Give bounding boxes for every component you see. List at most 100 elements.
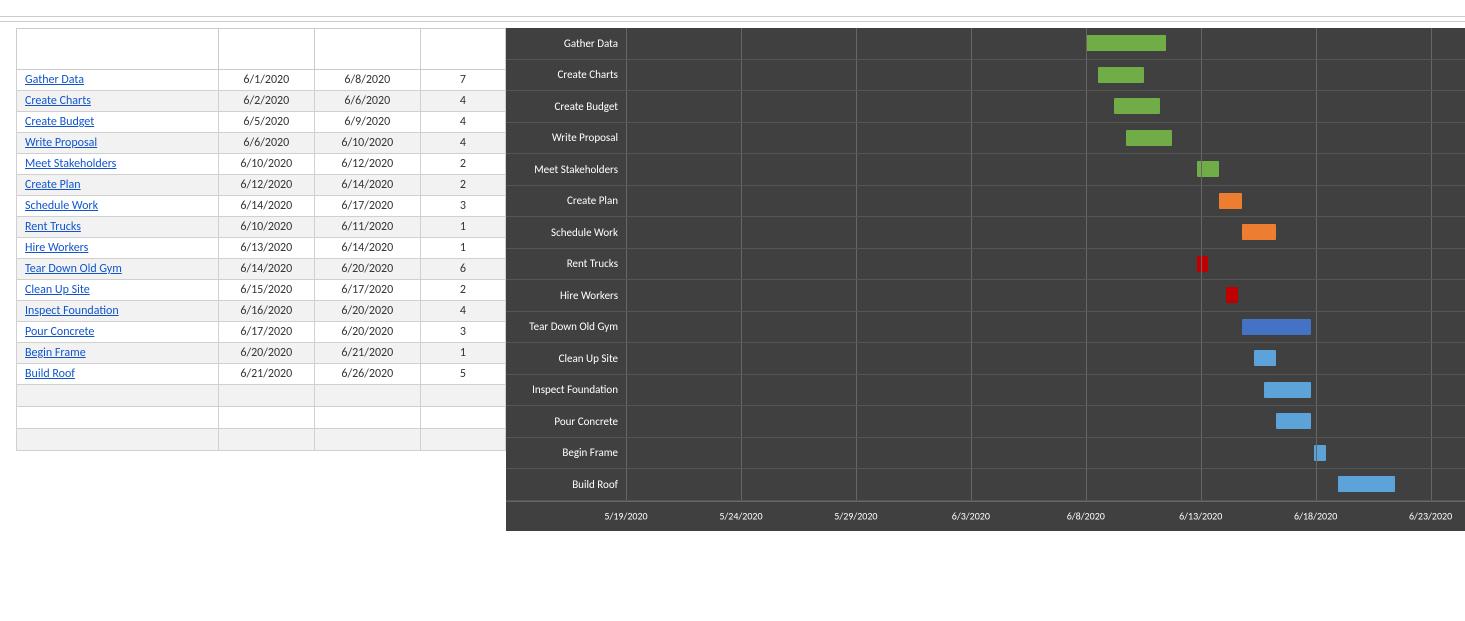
vertical-gridline	[1431, 186, 1432, 217]
vertical-gridline	[1086, 91, 1087, 122]
task-end-cell: 6/8/2020	[314, 70, 420, 91]
task-duration-cell: 3	[420, 322, 505, 343]
vertical-gridline	[1201, 154, 1202, 185]
chart-xaxis-dates: 5/19/20205/24/20205/29/20206/3/20206/8/2…	[626, 501, 1465, 531]
vertical-gridline	[856, 469, 857, 500]
col-header-start: Start(Date)	[218, 29, 314, 70]
empty-row	[17, 429, 506, 451]
chart-row-label: Write Proposal	[506, 131, 626, 144]
vertical-gridline	[1316, 154, 1317, 185]
task-end-cell: 6/9/2020	[314, 112, 420, 133]
vertical-gridline	[971, 406, 972, 437]
task-name-cell[interactable]: Rent Trucks	[17, 217, 219, 238]
task-name-cell[interactable]: Create Charts	[17, 91, 219, 112]
task-duration-cell: 2	[420, 280, 505, 301]
gantt-bar	[1226, 287, 1238, 303]
vertical-gridline	[1201, 28, 1202, 59]
task-name-cell[interactable]: Create Budget	[17, 112, 219, 133]
vertical-gridline	[741, 91, 742, 122]
table-row: Gather Data 6/1/2020 6/8/2020 7	[17, 70, 506, 91]
task-end-cell: 6/14/2020	[314, 238, 420, 259]
vertical-gridline	[741, 469, 742, 500]
task-name-cell[interactable]: Build Roof	[17, 364, 219, 385]
chart-row: Create Plan	[506, 186, 1465, 218]
task-name-cell[interactable]: Schedule Work	[17, 196, 219, 217]
chart-row-label: Create Charts	[506, 68, 626, 81]
chart-wrapper: Gather Data Create Charts Create Budget Wri…	[506, 28, 1465, 531]
table-row: Begin Frame 6/20/2020 6/21/2020 1	[17, 343, 506, 364]
vertical-gridline	[971, 280, 972, 311]
empty-row	[17, 385, 506, 407]
chart-row: Pour Concrete	[506, 406, 1465, 438]
vertical-gridline	[856, 438, 857, 469]
xaxis-date-label: 5/24/2020	[719, 510, 762, 523]
task-start-cell: 6/16/2020	[218, 301, 314, 322]
vertical-gridline	[741, 217, 742, 248]
vertical-gridline	[1201, 217, 1202, 248]
chart-row: Gather Data	[506, 28, 1465, 60]
vertical-gridline	[1431, 249, 1432, 280]
vertical-gridline	[626, 406, 627, 437]
vertical-gridline	[1316, 28, 1317, 59]
task-name-cell[interactable]: Pour Concrete	[17, 322, 219, 343]
vertical-gridline	[971, 186, 972, 217]
task-name-cell[interactable]: Clean Up Site	[17, 280, 219, 301]
vertical-gridline	[741, 60, 742, 91]
task-name-cell[interactable]: Inspect Foundation	[17, 301, 219, 322]
vertical-gridline	[626, 249, 627, 280]
vertical-gridline	[856, 123, 857, 154]
task-name-cell[interactable]: Create Plan	[17, 175, 219, 196]
vertical-gridline	[971, 312, 972, 343]
vertical-gridline	[1431, 438, 1432, 469]
vertical-gridline	[1086, 312, 1087, 343]
chart-row: Build Roof	[506, 469, 1465, 501]
task-name-cell[interactable]: Write Proposal	[17, 133, 219, 154]
task-start-cell: 6/13/2020	[218, 238, 314, 259]
vertical-gridline	[626, 28, 627, 59]
task-duration-cell: 4	[420, 112, 505, 133]
vertical-gridline	[1431, 343, 1432, 374]
chart-rows: Gather Data Create Charts Create Budget Wri…	[506, 28, 1465, 501]
vertical-gridline	[971, 217, 972, 248]
task-duration-cell: 4	[420, 301, 505, 322]
vertical-gridline	[856, 249, 857, 280]
task-name-cell[interactable]: Hire Workers	[17, 238, 219, 259]
col-header-duration: Duration(Days)	[420, 29, 505, 70]
task-name-cell[interactable]: Meet Stakeholders	[17, 154, 219, 175]
vertical-gridline	[1316, 60, 1317, 91]
table-row: Create Charts 6/2/2020 6/6/2020 4	[17, 91, 506, 112]
vertical-gridline	[1316, 343, 1317, 374]
vertical-gridline	[856, 154, 857, 185]
vertical-gridline	[626, 438, 627, 469]
chart-row-bar-area	[626, 438, 1465, 469]
vertical-gridline	[1201, 469, 1202, 500]
vertical-gridline	[856, 280, 857, 311]
vertical-gridline	[1316, 217, 1317, 248]
chart-row: Create Budget	[506, 91, 1465, 123]
chart-row-bar-area	[626, 28, 1465, 59]
task-start-cell: 6/12/2020	[218, 175, 314, 196]
task-start-cell: 6/5/2020	[218, 112, 314, 133]
table-row: Schedule Work 6/14/2020 6/17/2020 3	[17, 196, 506, 217]
task-name-cell[interactable]: Begin Frame	[17, 343, 219, 364]
xaxis-date-label: 6/3/2020	[952, 510, 990, 523]
task-start-cell: 6/17/2020	[218, 322, 314, 343]
xaxis-date-label: 6/23/2020	[1409, 510, 1452, 523]
chart-row-label: Schedule Work	[506, 226, 626, 239]
gantt-bar	[1086, 35, 1167, 51]
vertical-gridline	[626, 217, 627, 248]
task-start-cell: 6/10/2020	[218, 154, 314, 175]
vertical-gridline	[971, 343, 972, 374]
chart-row: Hire Workers	[506, 280, 1465, 312]
chart-row-bar-area	[626, 60, 1465, 91]
task-name-cell[interactable]: Tear Down Old Gym	[17, 259, 219, 280]
chart-row-bar-area	[626, 469, 1465, 500]
task-end-cell: 6/11/2020	[314, 217, 420, 238]
vertical-gridline	[856, 60, 857, 91]
gantt-bar	[1197, 256, 1209, 272]
vertical-gridline	[856, 217, 857, 248]
chart-row-label: Begin Frame	[506, 446, 626, 459]
task-name-cell[interactable]: Gather Data	[17, 70, 219, 91]
vertical-gridline	[971, 469, 972, 500]
vertical-gridline	[856, 312, 857, 343]
